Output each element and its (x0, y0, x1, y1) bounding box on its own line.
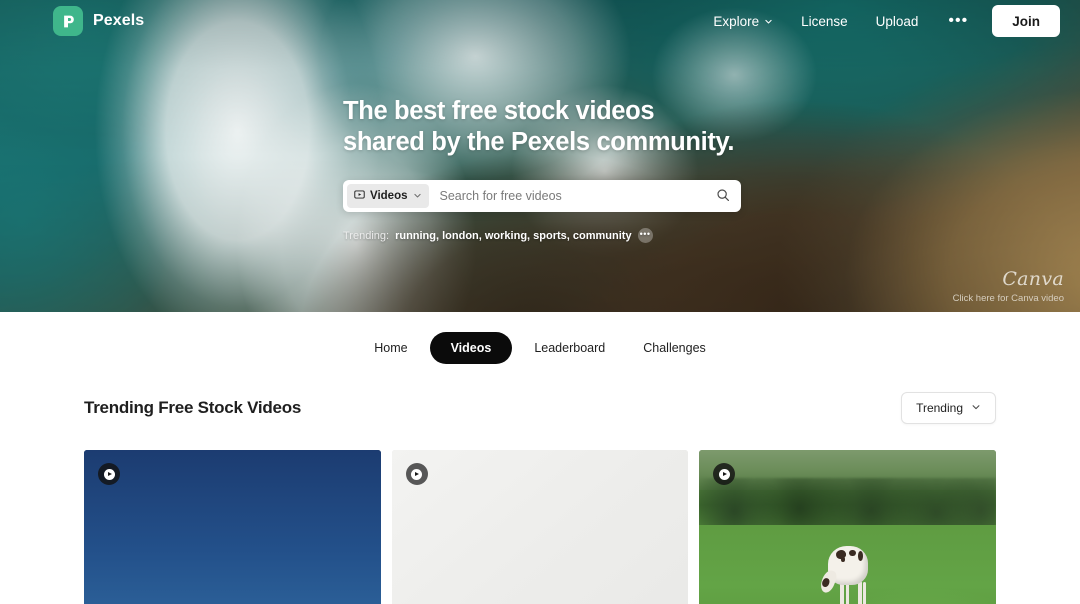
video-card[interactable] (84, 450, 381, 604)
sort-dropdown[interactable]: Trending (901, 392, 996, 424)
play-disc (718, 468, 730, 480)
nav-link-license[interactable]: License (787, 14, 862, 29)
search-submit-button[interactable] (709, 182, 737, 210)
canva-wordmark: Canva (1002, 268, 1064, 291)
tab-videos[interactable]: Videos (429, 332, 513, 364)
chevron-down-icon (764, 14, 773, 29)
brand-logo-link[interactable]: Pexels (53, 6, 144, 36)
trending-keyword-list[interactable]: running, london, working, sports, commun… (395, 230, 632, 242)
play-circle-icon[interactable] (405, 463, 428, 485)
cow-leg (858, 581, 862, 604)
trending-keywords: Trending: running, london, working, spor… (343, 228, 741, 243)
play-circle-icon[interactable] (98, 463, 120, 485)
play-disc (411, 468, 423, 480)
chevron-down-icon (971, 399, 981, 417)
play-triangle (723, 472, 728, 476)
nav-link-upload[interactable]: Upload (862, 14, 933, 29)
hero-content: The best free stock videos shared by the… (343, 96, 741, 243)
cow-leg (840, 582, 844, 604)
play-triangle (415, 472, 420, 476)
nav-link-explore-label: Explore (713, 13, 760, 29)
section-tabs: Home Videos Leaderboard Challenges (0, 312, 1080, 384)
video-card[interactable] (699, 450, 997, 604)
video-thumbnail-white-object (391, 450, 689, 604)
search-icon (716, 188, 730, 205)
tab-home[interactable]: Home (358, 333, 423, 363)
top-navigation: Pexels Explore License Upload ••• Join (0, 0, 1080, 42)
video-grid (0, 450, 1080, 604)
video-box-icon (354, 187, 365, 205)
nav-link-explore[interactable]: Explore (699, 14, 787, 29)
cow-leg (845, 582, 850, 604)
canva-credit: Canva Click here for Canva video (953, 269, 1064, 304)
video-thumbnail-blue-sky (84, 450, 381, 604)
search-type-select[interactable]: Videos (347, 184, 429, 208)
search-type-label: Videos (370, 190, 408, 202)
video-thumbnail-cow-pasture (699, 450, 997, 604)
cow-spot (840, 556, 846, 562)
play-triangle (107, 472, 112, 476)
hero-title: The best free stock videos shared by the… (343, 97, 735, 156)
sort-dropdown-label: Trending (916, 401, 963, 415)
nav-link-license-label: License (801, 13, 848, 29)
cow-spot (848, 549, 856, 557)
cow-leg (862, 582, 867, 604)
cow-spot (857, 551, 863, 562)
search-input[interactable] (428, 180, 709, 212)
cow-figure (818, 540, 871, 604)
video-card[interactable] (391, 450, 689, 604)
join-button[interactable]: Join (992, 5, 1060, 37)
search-bar: Videos (343, 180, 741, 212)
ellipsis-icon[interactable]: ••• (637, 228, 653, 243)
canva-credit-link[interactable]: Click here for Canva video (953, 293, 1064, 304)
play-disc (103, 468, 115, 480)
brand-name: Pexels (93, 12, 145, 29)
hero-banner: Pexels Explore License Upload ••• Join T… (0, 0, 1080, 312)
page-title: Trending Free Stock Videos (84, 398, 302, 417)
chevron-down-icon (413, 187, 422, 205)
tab-challenges[interactable]: Challenges (627, 333, 722, 363)
nav-link-upload-label: Upload (875, 13, 919, 29)
section-header: Trending Free Stock Videos Trending (0, 386, 1080, 430)
top-nav-links: Explore License Upload ••• Join (699, 5, 1060, 37)
pexels-p-logo-icon (53, 6, 83, 36)
tab-leaderboard[interactable]: Leaderboard (518, 333, 621, 363)
more-menu-icon[interactable]: ••• (932, 13, 984, 29)
trending-label: Trending: (343, 229, 390, 242)
